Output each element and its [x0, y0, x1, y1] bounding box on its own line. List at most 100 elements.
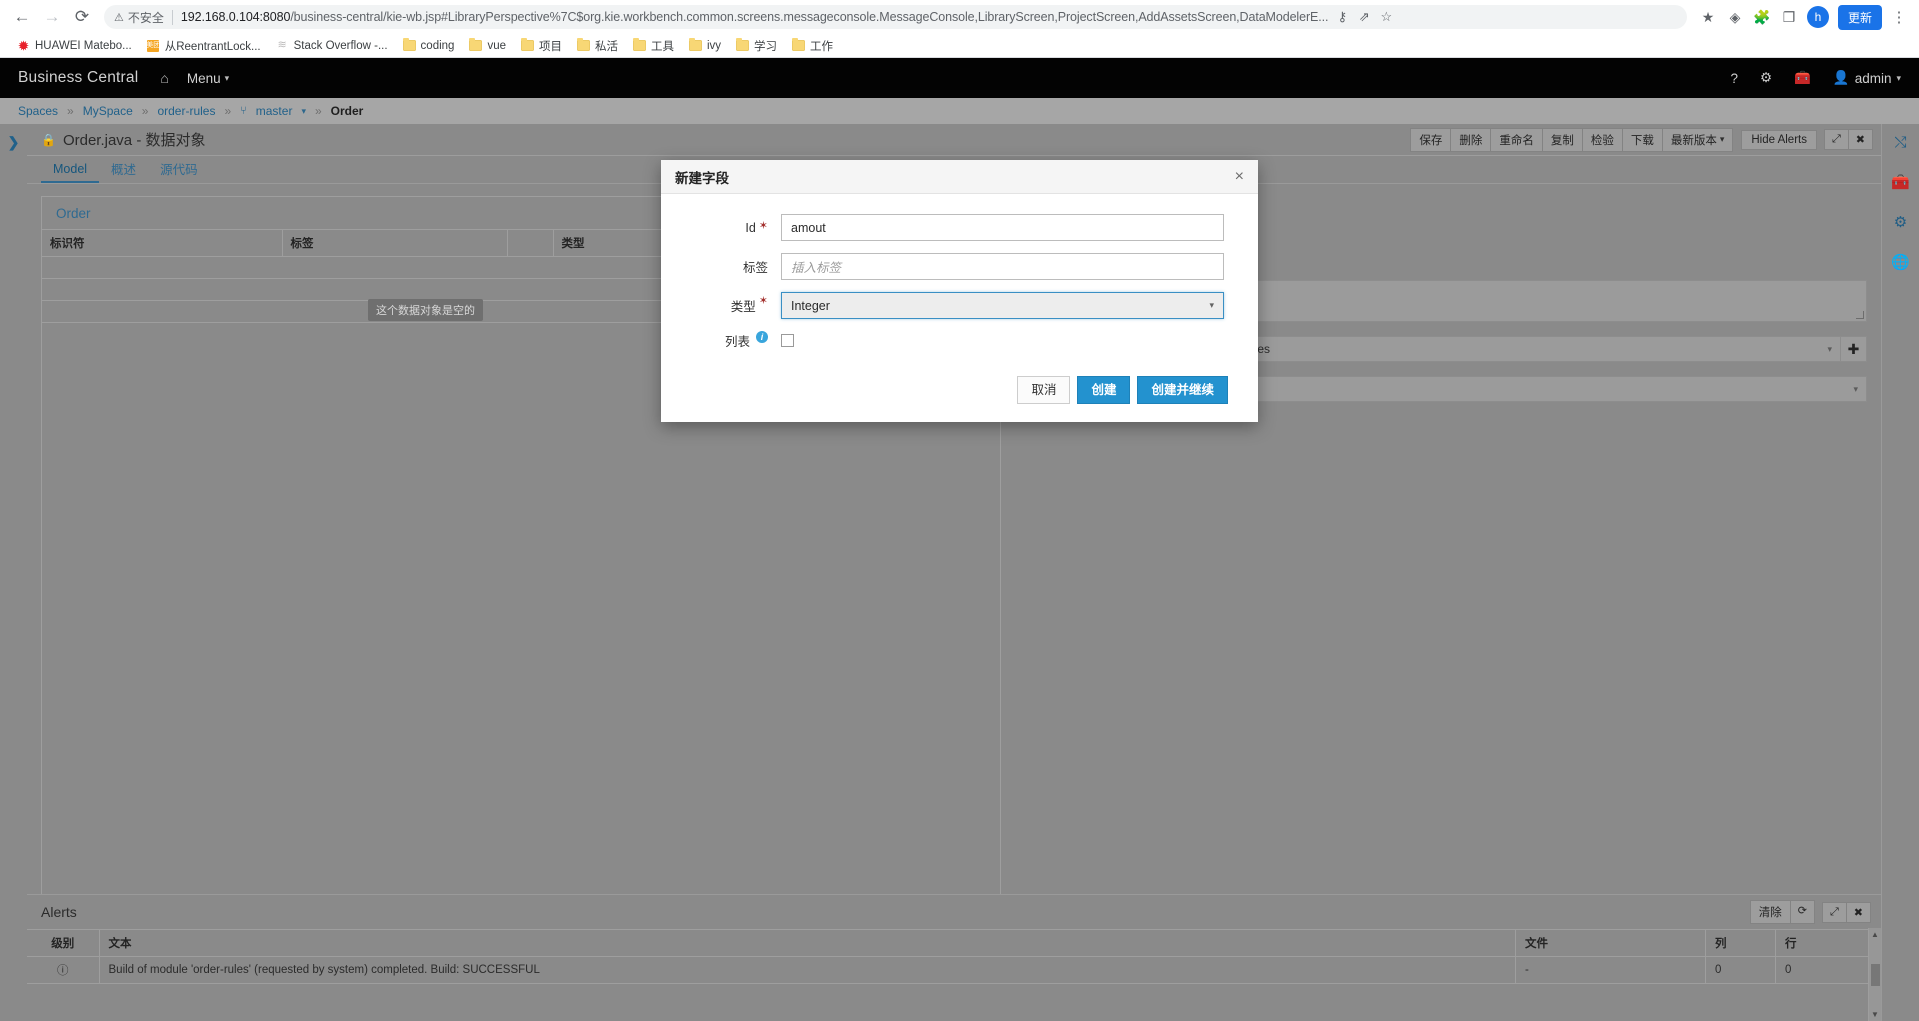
tab-model[interactable]: Model: [41, 158, 100, 183]
close-icon[interactable]: ×: [1235, 168, 1244, 185]
clear-alerts-button[interactable]: 清除: [1749, 900, 1791, 924]
toolbox-icon[interactable]: 🧰: [1891, 173, 1910, 191]
alerts-table: 级别 文本 文件 列 行 ⓘ Build of module 'order-ru…: [27, 929, 1881, 984]
extensions-icon[interactable]: 🧩: [1749, 4, 1775, 30]
alerts-toolbar: 清除 ⟳ ⤢ ✖: [1749, 900, 1871, 924]
column-header-file[interactable]: 文件: [1515, 929, 1706, 957]
superclass-select[interactable]: java.lang.Object ▾: [1155, 376, 1867, 402]
star-icon[interactable]: ☆: [1376, 7, 1396, 27]
list-checkbox[interactable]: [781, 334, 794, 347]
forward-icon[interactable]: →: [38, 3, 66, 31]
create-and-continue-button[interactable]: 创建并继续: [1137, 376, 1228, 405]
type-value: Integer: [791, 298, 830, 313]
address-bar[interactable]: ⚠ 不安全 192.168.0.104:8080/business-centra…: [104, 5, 1687, 29]
update-button[interactable]: 更新: [1837, 4, 1882, 30]
create-button[interactable]: 创建: [1077, 376, 1131, 405]
browser-right-icons: ★ ◈ 🧩 ❐ h 更新 ⋮: [1695, 4, 1911, 30]
column-header-label[interactable]: 标签: [282, 229, 508, 257]
breadcrumb-item-order-rules[interactable]: order-rules: [157, 104, 215, 118]
share-icon[interactable]: ⇗: [1354, 7, 1374, 27]
breadcrumb-item-master[interactable]: master: [256, 104, 293, 118]
bookmark-folder[interactable]: 学习: [729, 36, 784, 56]
key-icon[interactable]: ⚷: [1332, 7, 1352, 27]
bookmark-folder[interactable]: 私活: [570, 36, 625, 56]
bookmark-label: vue: [487, 39, 506, 52]
label-input[interactable]: 插入标签: [781, 253, 1224, 280]
modal-body: Id ✶ amout 标签 插入标签 类型 ✶ Integer ▾ 列表 i: [661, 194, 1258, 370]
bookmark-item[interactable]: ✹ HUAWEI Matebo...: [10, 37, 139, 54]
type-select[interactable]: Integer ▾: [781, 292, 1224, 319]
delete-button[interactable]: 删除: [1450, 127, 1492, 152]
bookmark-item[interactable]: 美团 从ReentrantLock...: [140, 36, 268, 56]
alerts-scrollbar[interactable]: ▲ ▼: [1868, 928, 1881, 1021]
user-menu[interactable]: 👤 admin ▾: [1833, 70, 1901, 86]
bookmark-folder[interactable]: vue: [462, 37, 513, 54]
modal-footer: 取消 创建 创建并继续: [661, 370, 1258, 422]
chevron-down-icon: ▾: [1896, 72, 1901, 83]
three-dots-menu-icon[interactable]: ⋮: [1887, 4, 1911, 30]
copy-button[interactable]: 复制: [1541, 127, 1583, 152]
menu-button[interactable]: Menu ▾: [187, 71, 229, 86]
omnibox-icons: ⚷ ⇗ ☆: [1332, 7, 1396, 27]
toolbox-icon[interactable]: 🧰: [1794, 70, 1811, 86]
scroll-up-icon[interactable]: ▲: [1871, 930, 1879, 939]
column-header-level[interactable]: 级别: [27, 929, 100, 957]
save-button[interactable]: 保存: [1410, 127, 1452, 152]
lock-icon: 🔒: [41, 132, 56, 147]
window-icon[interactable]: ❐: [1776, 4, 1802, 30]
version-dropdown[interactable]: 最新版本 ▾: [1661, 127, 1734, 152]
tab-source[interactable]: 源代码: [148, 155, 210, 183]
breadcrumb-item-spaces[interactable]: Spaces: [18, 104, 58, 118]
chevron-down-icon[interactable]: ▾: [301, 106, 306, 117]
bookmark-folder[interactable]: ivy: [682, 37, 728, 54]
validate-button[interactable]: 检验: [1581, 127, 1623, 152]
avatar[interactable]: h: [1806, 6, 1829, 28]
chevron-down-icon: ▾: [1719, 134, 1725, 144]
tab-overview[interactable]: 概述: [99, 155, 148, 183]
close-icon[interactable]: ✖: [1847, 129, 1873, 150]
bookmark-folder[interactable]: 工具: [626, 36, 681, 56]
expand-icon[interactable]: ⤢: [1821, 901, 1847, 923]
bookmark-label: Stack Overflow -...: [293, 39, 388, 52]
expand-left-panel-icon[interactable]: ❯: [8, 134, 20, 151]
breadcrumb-separator: »: [314, 104, 322, 118]
breadcrumb-item-myspace[interactable]: MySpace: [83, 104, 133, 118]
info-circle-icon[interactable]: i: [756, 331, 768, 343]
bookmarks-bar: ✹ HUAWEI Matebo... 美团 从ReentrantLock... …: [0, 34, 1919, 58]
description-textarea[interactable]: [1155, 280, 1867, 322]
bookmark-star-icon[interactable]: ★: [1695, 4, 1721, 30]
rename-button[interactable]: 重命名: [1490, 127, 1543, 152]
table-row[interactable]: ⓘ Build of module 'order-rules' (request…: [27, 956, 1881, 984]
column-header-column[interactable]: 列: [1705, 929, 1776, 957]
shuffle-icon[interactable]: ⤭: [1894, 134, 1906, 151]
column-header-line[interactable]: 行: [1775, 929, 1881, 957]
cancel-button[interactable]: 取消: [1017, 376, 1071, 405]
gear-icon[interactable]: ⚙: [1894, 213, 1907, 231]
globe-icon[interactable]: 🌐: [1891, 253, 1910, 271]
column-header-identifier[interactable]: 标识符: [42, 229, 283, 257]
folder-icon: [688, 38, 702, 52]
home-icon[interactable]: ⌂: [160, 70, 168, 86]
scrollbar-thumb[interactable]: [1870, 963, 1880, 986]
gear-icon[interactable]: ⚙: [1760, 70, 1772, 86]
plus-icon[interactable]: ✚: [1841, 336, 1867, 362]
expand-icon[interactable]: ⤢: [1823, 129, 1849, 150]
id-input[interactable]: amout: [781, 214, 1224, 241]
bookmark-folder[interactable]: 工作: [785, 36, 840, 56]
security-status[interactable]: ⚠ 不安全: [114, 9, 164, 26]
reload-icon[interactable]: ⟳: [68, 3, 96, 31]
close-icon[interactable]: ✖: [1845, 901, 1871, 923]
bookmark-folder[interactable]: 项目: [514, 36, 569, 56]
download-button[interactable]: 下载: [1621, 127, 1663, 152]
required-marker-icon: ✶: [758, 219, 768, 232]
column-header-text[interactable]: 文本: [99, 929, 1516, 957]
question-mark-icon[interactable]: ?: [1730, 71, 1738, 86]
bookmark-label: 工作: [810, 40, 834, 53]
bookmark-item[interactable]: ≋ Stack Overflow -...: [269, 37, 395, 54]
refresh-icon[interactable]: ⟳: [1789, 900, 1815, 924]
hide-alerts-button[interactable]: Hide Alerts: [1741, 129, 1817, 150]
back-icon[interactable]: ←: [8, 3, 36, 31]
bookmark-label: 从ReentrantLock...: [164, 40, 261, 53]
chrome-apps-icon[interactable]: ◈: [1722, 4, 1748, 30]
bookmark-folder[interactable]: coding: [396, 37, 462, 54]
